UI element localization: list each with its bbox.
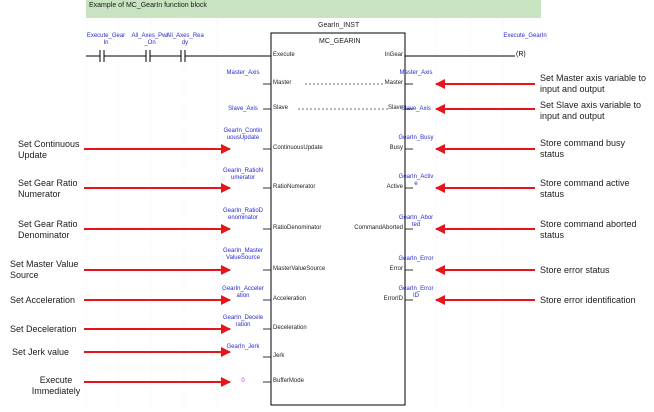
pin-busy: Busy bbox=[389, 145, 403, 151]
note-acceleration: Set Acceleration bbox=[10, 295, 76, 305]
pin-ratio-numerator: RatioNumerator bbox=[273, 184, 316, 190]
note-error-id: Store error identification bbox=[540, 295, 636, 305]
pin-continuous-update: ContinuousUpdate bbox=[273, 145, 323, 151]
pin-buffer-mode: BufferMode bbox=[273, 378, 304, 384]
var-master-axis-out[interactable]: Master_Axis bbox=[398, 70, 434, 77]
note-gear-ratio-denominator: Set Gear Ratio Denominator bbox=[18, 219, 78, 240]
var-slave-axis-out[interactable]: Slave_Axis bbox=[398, 106, 434, 113]
var-aborted[interactable]: GearIn_Aborted bbox=[398, 215, 434, 229]
pin-in-gear: InGear bbox=[384, 52, 403, 58]
note-active-status: Store command active status bbox=[540, 178, 630, 199]
note-error-status: Store error status bbox=[540, 265, 610, 275]
pin-execute: Execute bbox=[273, 52, 295, 58]
var-deceleration[interactable]: GearIn_Deceleration bbox=[222, 315, 264, 329]
instance-name: GearIn_INST bbox=[318, 22, 360, 29]
note-continuous-update: Set Continuous Update bbox=[18, 139, 80, 160]
pin-deceleration: Deceleration bbox=[273, 325, 307, 331]
pin-acceleration: Acceleration bbox=[273, 296, 307, 302]
var-buffer-mode-constant[interactable]: 0 bbox=[222, 378, 264, 385]
note-deceleration: Set Deceleration bbox=[10, 324, 77, 334]
var-error-id[interactable]: GearIn_ErrorID bbox=[398, 286, 434, 300]
coil-symbol: (R) bbox=[516, 51, 526, 58]
var-ratio-denominator[interactable]: GearIn_RatioDenominator bbox=[222, 208, 264, 222]
pin-master-in: Master bbox=[273, 80, 292, 86]
note-master-axis: Set Master axis variable to input and ou… bbox=[540, 73, 647, 94]
pin-ratio-denominator: RatioDenominator bbox=[273, 225, 322, 231]
pin-jerk: Jerk bbox=[273, 353, 285, 359]
var-continuous-update[interactable]: GearIn_ContinuousUpdate bbox=[222, 128, 264, 142]
var-slave-axis-in[interactable]: Slave_Axis bbox=[222, 106, 264, 113]
pin-master-value-source: MasterValueSource bbox=[273, 266, 326, 272]
var-jerk[interactable]: GearIn_Jerk bbox=[222, 344, 264, 351]
note-jerk: Set Jerk value bbox=[12, 347, 70, 357]
coil-execute-gearin: Execute_GearIn bbox=[503, 33, 547, 39]
contact-all-axes-pwr-on: All_Axes_Pwr_On bbox=[131, 33, 169, 46]
contact-execute-gearin: Execute_GearIn bbox=[86, 33, 126, 46]
var-master-value-source[interactable]: GearIn_MasterValueSource bbox=[222, 248, 264, 262]
note-execute-immediately: Execute Immediately bbox=[31, 375, 81, 396]
contact-all-axes-ready: All_Axes_Ready bbox=[166, 33, 204, 46]
var-busy[interactable]: GearIn_Busy bbox=[398, 135, 434, 142]
note-busy-status: Store command busy status bbox=[540, 138, 626, 159]
note-slave-axis: Set Slave axis variable to input and out… bbox=[540, 100, 642, 121]
example-banner: Example of MC_GearIn function block bbox=[86, 0, 541, 18]
pin-master-out: Master bbox=[384, 80, 403, 86]
pin-command-aborted: CommandAborted bbox=[354, 225, 403, 231]
note-aborted-status: Store command aborted status bbox=[540, 219, 637, 240]
var-error[interactable]: GearIn_Error bbox=[398, 256, 434, 263]
var-active[interactable]: GearIn_Active bbox=[398, 174, 434, 188]
function-block-box bbox=[270, 32, 406, 406]
var-ratio-numerator[interactable]: GearIn_RatioNumerator bbox=[222, 168, 264, 182]
pin-slave-in: Slave bbox=[273, 105, 289, 111]
note-gear-ratio-numerator: Set Gear Ratio Numerator bbox=[18, 178, 78, 199]
block-type: MC_GEARIN bbox=[319, 38, 361, 45]
note-master-value-source: Set Master Value Source bbox=[10, 259, 79, 280]
pin-error: Error bbox=[389, 266, 403, 272]
var-acceleration[interactable]: GearIn_Acceleration bbox=[222, 286, 264, 300]
ladder-diagram bbox=[84, 20, 535, 412]
var-master-axis-in[interactable]: Master_Axis bbox=[222, 70, 264, 77]
